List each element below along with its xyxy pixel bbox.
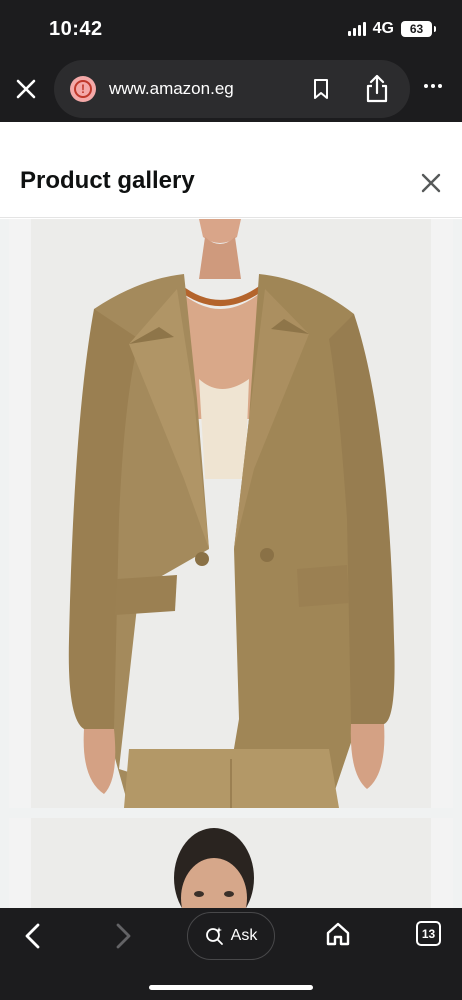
status-time: 10:42 — [49, 18, 103, 40]
blazer-photo — [9, 219, 453, 808]
home-indicator — [149, 985, 313, 990]
gallery-close-icon[interactable] — [416, 168, 446, 198]
ask-button[interactable]: Ask — [187, 912, 275, 960]
home-button[interactable] — [324, 920, 352, 953]
product-image-model-portrait[interactable] — [9, 818, 453, 908]
close-tab-icon[interactable] — [12, 75, 40, 103]
tabs-button[interactable]: 13 — [416, 921, 441, 946]
address-bar[interactable]: ! www.amazon.eg — [54, 60, 410, 118]
url-text[interactable]: www.amazon.eg — [109, 79, 234, 99]
status-indicators: 4G 63 — [347, 20, 436, 38]
status-bar: 10:42 4G 63 — [0, 0, 462, 60]
ask-sparkle-icon — [205, 927, 223, 945]
gallery-title: Product gallery — [20, 167, 195, 194]
chevron-right-icon — [116, 923, 131, 949]
back-button[interactable] — [20, 922, 46, 955]
not-secure-icon[interactable]: ! — [70, 76, 96, 102]
bottom-toolbar: Ask 13 — [0, 908, 462, 1000]
share-icon[interactable] — [364, 74, 390, 109]
ask-label: Ask — [230, 927, 258, 944]
network-type: 4G — [372, 20, 394, 37]
forward-button[interactable] — [110, 922, 136, 955]
browser-toolbar: ! www.amazon.eg — [0, 60, 462, 122]
model-portrait-photo — [9, 818, 453, 908]
web-page: Product gallery — [0, 122, 462, 908]
home-icon — [326, 922, 350, 946]
more-options-icon[interactable] — [424, 84, 442, 88]
bookmark-icon[interactable] — [312, 78, 330, 105]
signal-icon — [347, 22, 366, 36]
product-image-blazer-front[interactable] — [9, 219, 453, 808]
gallery-header: Product gallery — [0, 122, 462, 218]
chevron-left-icon — [25, 923, 40, 949]
gallery-scroll-area[interactable] — [0, 219, 462, 908]
battery-icon: 63 — [401, 21, 436, 37]
